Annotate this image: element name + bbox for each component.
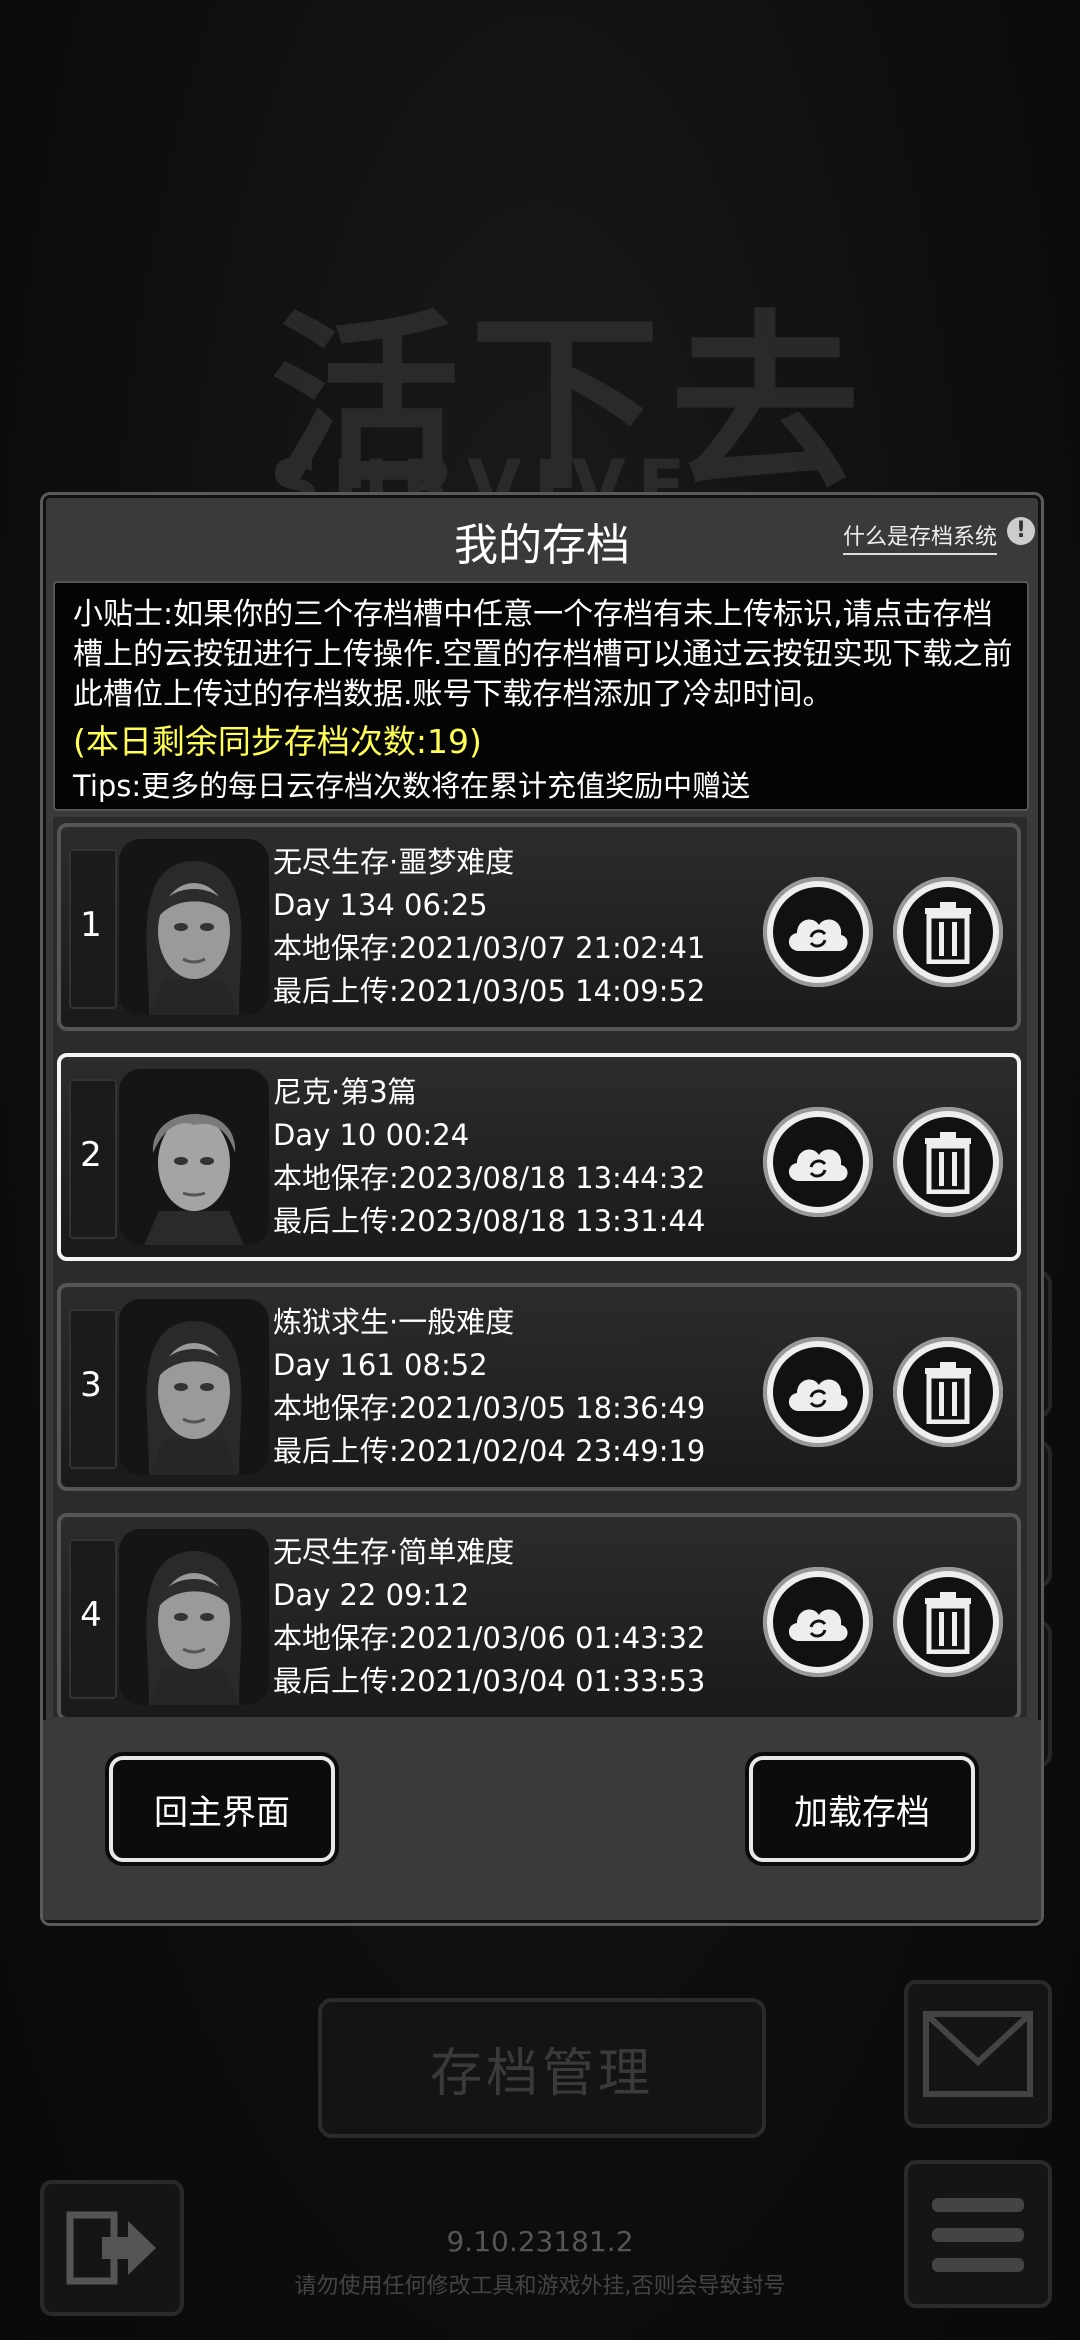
slot-local-save: 本地保存:2021/03/05 18:36:49 [273, 1391, 706, 1425]
sync-count-text: (本日剩余同步存档次数:19) [73, 722, 482, 761]
cloud-icon [788, 1609, 848, 1641]
trash-icon [925, 1362, 971, 1424]
slot-day: Day 10 00:24 [273, 1118, 470, 1152]
slot-last-upload: 最后上传:2021/03/05 14:09:52 [273, 974, 706, 1008]
save-slot-selected[interactable]: 2 尼克·第3篇 Day 10 00:24 本地保存:2023/08/18 13… [57, 1053, 1021, 1261]
tip-extra-text: Tips:更多的每日云存档次数将在累计充值奖励中赠送 [73, 769, 751, 803]
delete-button[interactable] [893, 1107, 1003, 1217]
slot-info: 炼狱求生·一般难度 Day 161 08:52 本地保存:2021/03/05 … [273, 1301, 705, 1473]
male-portrait [119, 1069, 269, 1245]
cloud-icon [788, 1379, 848, 1411]
delete-button[interactable] [893, 877, 1003, 987]
mail-button[interactable] [904, 1980, 1052, 2128]
slot-last-upload: 最后上传:2021/02/04 23:49:19 [273, 1434, 706, 1468]
slot-number: 3 [80, 1365, 102, 1405]
help-icon[interactable]: ! [1007, 517, 1035, 545]
save-slot[interactable]: 1 无尽生存·噩梦难度 Day 134 06:25 本地保存:2021/03/0… [57, 823, 1021, 1031]
delete-button[interactable] [893, 1337, 1003, 1447]
mail-icon [923, 2011, 1033, 2097]
slot-local-save: 本地保存:2021/03/07 21:02:41 [273, 931, 706, 965]
save-manage-button[interactable]: 存档管理 [318, 1998, 766, 2138]
delete-button[interactable] [893, 1567, 1003, 1677]
save-slot[interactable]: 3 炼狱求生·一般难度 Day 161 08:52 本地保存:2021/03/0… [57, 1283, 1021, 1491]
trash-icon [925, 1592, 971, 1654]
slot-number: 2 [80, 1135, 102, 1175]
save-dialog: 我的存档 什么是存档系统 ! 小贴士:如果你的三个存档槽中任意一个存档有未上传标… [40, 492, 1044, 1926]
version-label: 9.10.23181.2 [446, 2225, 634, 2258]
slot-info: 无尽生存·噩梦难度 Day 134 06:25 本地保存:2021/03/07 … [273, 841, 705, 1013]
slot-info: 尼克·第3篇 Day 10 00:24 本地保存:2023/08/18 13:4… [273, 1071, 705, 1243]
cloud-sync-button[interactable] [763, 1107, 873, 1217]
slot-local-save: 本地保存:2021/03/06 01:43:32 [273, 1621, 706, 1655]
female-portrait [119, 839, 269, 1015]
slot-mode: 尼克·第3篇 [273, 1075, 417, 1109]
slot-day: Day 161 08:52 [273, 1348, 488, 1382]
female-portrait [119, 1299, 269, 1475]
slot-mode: 无尽生存·噩梦难度 [273, 845, 515, 879]
trash-icon [925, 1132, 971, 1194]
home-button[interactable]: 回主界面 [109, 1756, 335, 1862]
slot-last-upload: 最后上传:2023/08/18 13:31:44 [273, 1204, 706, 1238]
slot-info: 无尽生存·简单难度 Day 22 09:12 本地保存:2021/03/06 0… [273, 1531, 705, 1703]
tip-text: 小贴士:如果你的三个存档槽中任意一个存档有未上传标识,请点击存档槽上的云按钮进行… [73, 597, 1013, 712]
slot-number: 4 [80, 1595, 102, 1635]
cloud-sync-button[interactable] [763, 877, 873, 987]
cloud-sync-button[interactable] [763, 1337, 873, 1447]
slot-last-upload: 最后上传:2021/03/04 01:33:53 [273, 1664, 706, 1698]
dialog-header: 我的存档 什么是存档系统 ! [43, 495, 1041, 577]
warning-text: 请勿使用任何修改工具和游戏外挂,否则会导致封号 [294, 2274, 786, 2299]
slot-mode: 炼狱求生·一般难度 [273, 1305, 515, 1339]
slot-mode: 无尽生存·简单难度 [273, 1535, 515, 1569]
trash-icon [925, 902, 971, 964]
slot-day: Day 22 09:12 [273, 1578, 470, 1612]
cloud-icon [788, 1149, 848, 1181]
female-portrait [119, 1529, 269, 1705]
save-slot[interactable]: 4 无尽生存·简单难度 Day 22 09:12 本地保存:2021/03/06… [57, 1513, 1021, 1717]
slot-local-save: 本地保存:2023/08/18 13:44:32 [273, 1161, 706, 1195]
cloud-icon [788, 919, 848, 951]
cloud-sync-button[interactable] [763, 1567, 873, 1677]
tips-panel: 小贴士:如果你的三个存档槽中任意一个存档有未上传标识,请点击存档槽上的云按钮进行… [53, 581, 1029, 811]
load-save-button[interactable]: 加载存档 [749, 1756, 975, 1862]
dialog-footer: 回主界面 加载存档 [43, 1720, 1041, 1920]
slot-number: 1 [80, 905, 102, 945]
help-link[interactable]: 什么是存档系统 [842, 519, 997, 555]
slot-day: Day 134 06:25 [273, 888, 488, 922]
save-slot-list[interactable]: 1 无尽生存·噩梦难度 Day 134 06:25 本地保存:2021/03/0… [53, 817, 1027, 1717]
